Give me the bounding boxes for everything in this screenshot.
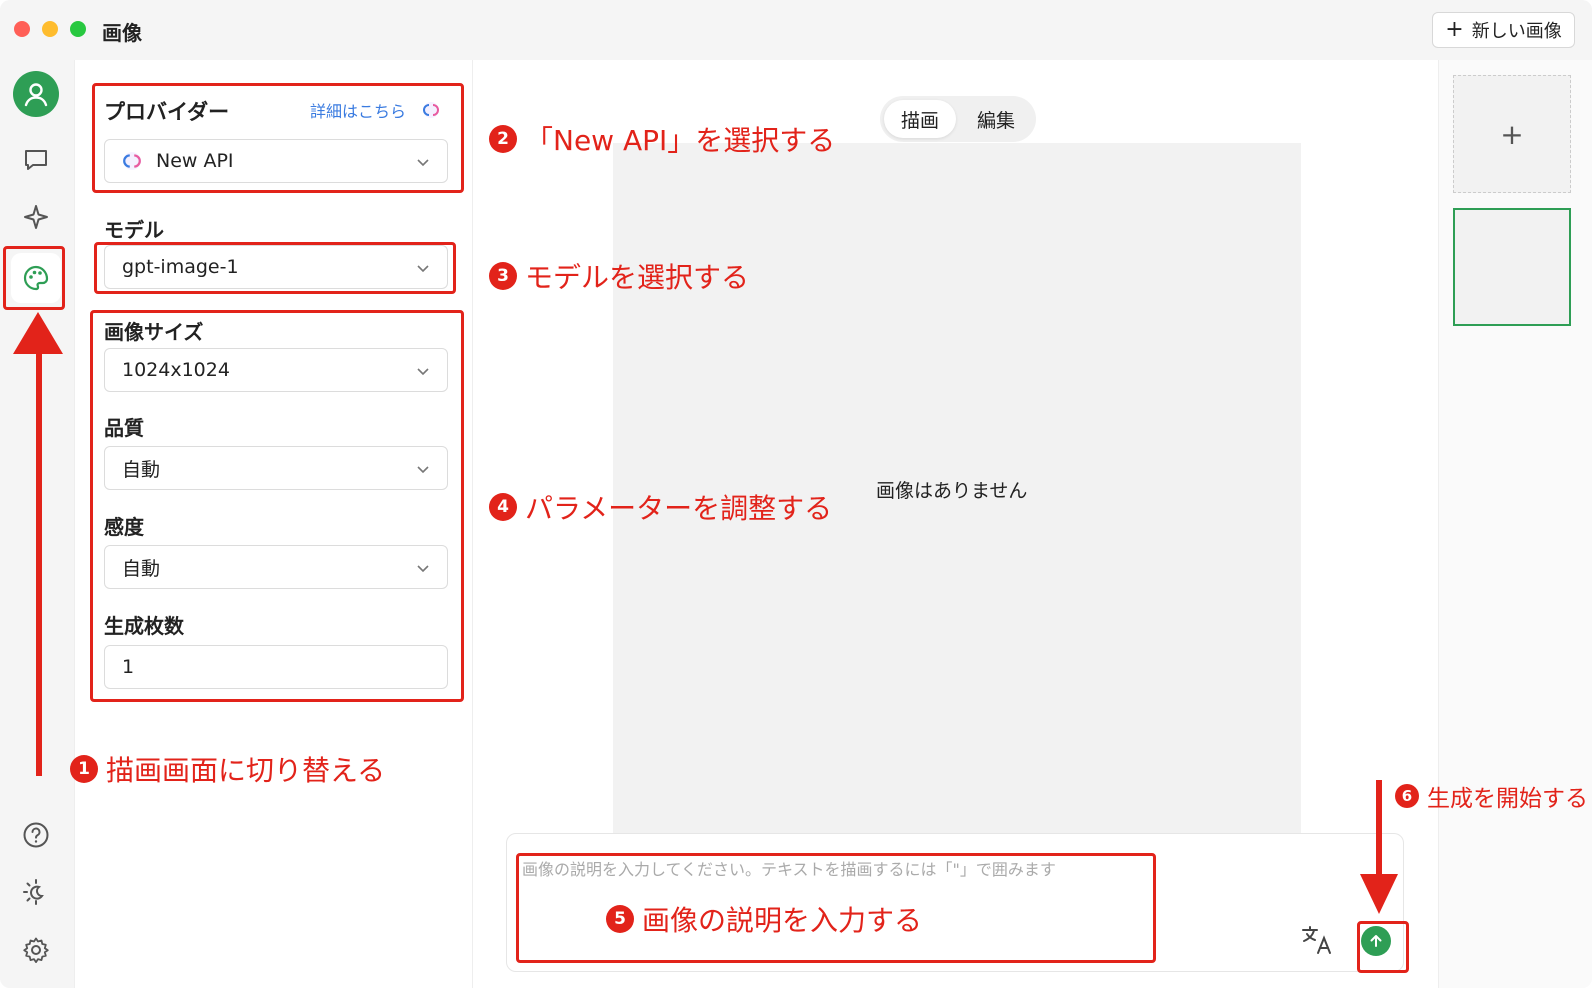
zoom-window-button[interactable] [70, 21, 86, 37]
annotation-box-send [1357, 921, 1409, 973]
add-image-button[interactable]: + [1453, 75, 1571, 193]
empty-state-text: 画像はありません [876, 480, 1028, 502]
settings-icon[interactable] [15, 929, 57, 971]
arrow-down-icon [1360, 874, 1398, 914]
plus-icon: + [1500, 117, 1524, 151]
annotation-6: 6 生成を開始する [1395, 779, 1588, 813]
mode-tabs: 描画 編集 [880, 96, 1036, 142]
annotation-arrow-shaft [1376, 780, 1382, 880]
model-label: モデル [104, 218, 164, 242]
translate-icon[interactable] [1300, 924, 1334, 956]
close-window-button[interactable] [14, 21, 30, 37]
user-icon[interactable] [13, 71, 59, 117]
annotation-arrow-shaft [36, 340, 42, 776]
sparkle-icon[interactable] [15, 196, 57, 238]
annotation-box-palette [3, 246, 65, 310]
annotation-box-model [94, 242, 456, 294]
annotation-3: 3 モデルを選択する [489, 256, 749, 296]
annotation-box-params [90, 310, 464, 702]
arrow-up-icon [13, 312, 63, 354]
thumbnail-bar [1438, 60, 1592, 988]
plus-icon: + [1445, 17, 1464, 42]
annotation-1: 1 描画画面に切り替える [70, 749, 385, 789]
annotation-box-provider [92, 83, 464, 193]
annotation-5: 5 画像の説明を入力する [606, 899, 922, 939]
title-bar: 画像 + 新しい画像 [0, 0, 1592, 60]
image-thumbnail[interactable] [1453, 208, 1571, 326]
theme-icon[interactable] [15, 871, 57, 913]
window-title: 画像 [102, 21, 142, 45]
minimize-window-button[interactable] [42, 21, 58, 37]
app-window: 画像 + 新しい画像 プロバイダー 詳細はこちら New API モデル gpt… [0, 0, 1592, 988]
annotation-4: 4 パラメーターを調整する [489, 487, 832, 527]
new-image-button[interactable]: + 新しい画像 [1432, 12, 1575, 48]
tab-draw[interactable]: 描画 [884, 100, 956, 138]
chat-icon[interactable] [15, 139, 57, 181]
tab-edit[interactable]: 編集 [960, 100, 1032, 138]
help-icon[interactable] [15, 814, 57, 856]
annotation-2: 2 「New API」を選択する [489, 119, 835, 159]
new-image-label: 新しい画像 [1471, 21, 1562, 42]
